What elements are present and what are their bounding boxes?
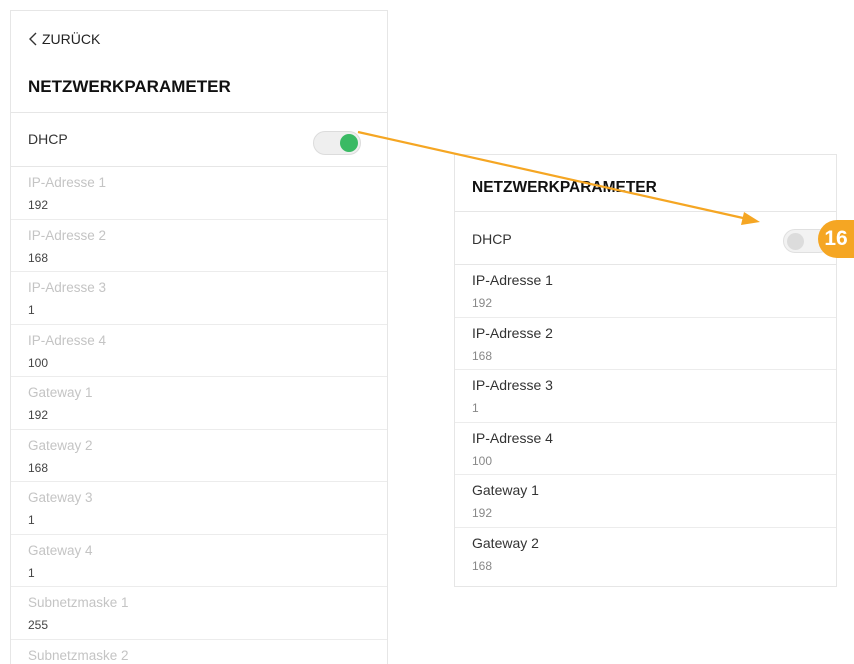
field-label: IP-Adresse 4 bbox=[28, 332, 107, 348]
field-value: 255 bbox=[28, 618, 49, 632]
toggle-knob bbox=[787, 232, 804, 250]
field-row: Gateway 1 192 bbox=[11, 377, 387, 430]
field-row: IP-Adresse 3 1 bbox=[11, 272, 387, 325]
field-row: Gateway 2 168 bbox=[11, 430, 387, 482]
dhcp-row: DHCP bbox=[455, 211, 836, 265]
field-label: Gateway 3 bbox=[28, 490, 93, 505]
field-value: 1 bbox=[28, 513, 35, 527]
chevron-left-icon bbox=[29, 32, 37, 46]
dhcp-label: DHCP bbox=[28, 131, 68, 147]
field-row[interactable]: IP-Adresse 4 100 bbox=[455, 423, 836, 475]
field-label: IP-Adresse 2 bbox=[472, 324, 553, 341]
field-row: Subnetzmaske 1 255 bbox=[11, 587, 387, 640]
field-row: Gateway 4 1 bbox=[11, 535, 387, 587]
field-value: 192 bbox=[28, 408, 49, 422]
field-label: IP-Adresse 1 bbox=[28, 175, 107, 190]
field-label: IP-Adresse 2 bbox=[28, 227, 107, 243]
field-row[interactable]: Gateway 2 168 bbox=[455, 528, 836, 581]
field-label: Gateway 1 bbox=[472, 482, 539, 498]
field-label: Gateway 2 bbox=[472, 534, 539, 551]
field-row: Gateway 3 1 bbox=[11, 482, 387, 535]
field-label: Gateway 1 bbox=[28, 385, 93, 400]
field-value: 168 bbox=[28, 250, 49, 265]
toggle-knob bbox=[340, 134, 358, 152]
back-label: ZURÜCK bbox=[42, 31, 101, 47]
field-value: 1 bbox=[28, 303, 35, 317]
network-settings-panel-dhcp-on: ZURÜCK NETZWERKPARAMETER DHCP IP-Adresse… bbox=[10, 10, 388, 664]
field-row: IP-Adresse 1 192 bbox=[11, 167, 387, 220]
dhcp-label: DHCP bbox=[472, 231, 512, 247]
field-label: Subnetzmaske 2 bbox=[28, 647, 129, 663]
field-value: 192 bbox=[472, 506, 493, 520]
page-title: NETZWERKPARAMETER bbox=[28, 77, 231, 96]
field-value: 168 bbox=[28, 460, 49, 475]
field-row: IP-Adresse 4 100 bbox=[11, 325, 387, 377]
back-button[interactable]: ZURÜCK bbox=[28, 27, 100, 51]
field-label: IP-Adresse 3 bbox=[28, 280, 107, 295]
field-label: Gateway 4 bbox=[28, 542, 93, 558]
field-value: 192 bbox=[472, 296, 493, 310]
field-row[interactable]: IP-Adresse 3 1 bbox=[455, 370, 836, 423]
field-value: 192 bbox=[28, 198, 49, 212]
dhcp-toggle[interactable] bbox=[313, 131, 361, 155]
field-row[interactable]: Gateway 1 192 bbox=[455, 475, 836, 528]
network-field-list: IP-Adresse 1 192 IP-Adresse 2 168 IP-Adr… bbox=[455, 265, 836, 580]
network-field-list: IP-Adresse 1 192 IP-Adresse 2 168 IP-Adr… bbox=[11, 167, 387, 664]
field-label: IP-Adresse 3 bbox=[472, 377, 553, 393]
field-row[interactable]: IP-Adresse 2 168 bbox=[455, 318, 836, 370]
network-settings-panel-dhcp-off: NETZWERKPARAMETER DHCP IP-Adresse 1 192 … bbox=[454, 154, 837, 587]
field-label: IP-Adresse 4 bbox=[472, 429, 553, 446]
field-row: IP-Adresse 2 168 bbox=[11, 220, 387, 272]
field-row[interactable]: IP-Adresse 1 192 bbox=[455, 265, 836, 318]
field-row: Subnetzmaske 2 bbox=[11, 640, 387, 664]
callout-badge: 16 bbox=[818, 220, 854, 258]
panel-title: NETZWERKPARAMETER bbox=[472, 179, 657, 196]
field-label: IP-Adresse 1 bbox=[472, 272, 553, 288]
field-value: 168 bbox=[472, 558, 493, 573]
stage: ZURÜCK NETZWERKPARAMETER DHCP IP-Adresse… bbox=[0, 0, 854, 664]
field-value: 168 bbox=[472, 348, 493, 363]
field-value: 1 bbox=[472, 401, 479, 415]
field-label: Gateway 2 bbox=[28, 437, 93, 453]
field-value: 1 bbox=[28, 565, 35, 580]
dhcp-row: DHCP bbox=[11, 113, 387, 167]
field-label: Subnetzmaske 1 bbox=[28, 595, 129, 610]
field-value: 100 bbox=[472, 453, 493, 468]
field-value: 100 bbox=[28, 355, 49, 370]
